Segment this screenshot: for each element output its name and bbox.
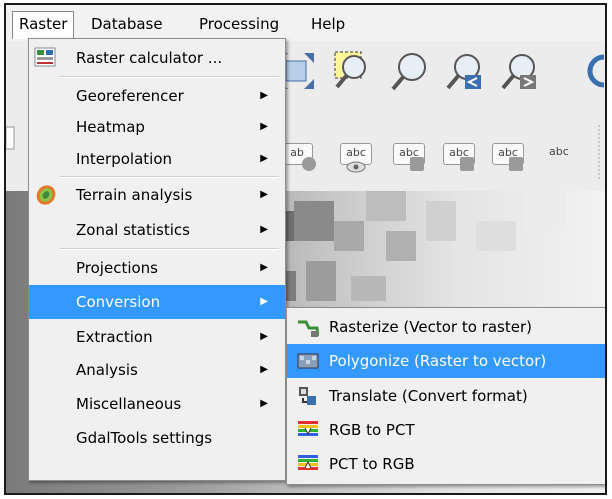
terrain-analysis-icon: [36, 185, 56, 205]
menu-item-polygonize[interactable]: Polygonize (Raster to vector): [287, 344, 605, 378]
rotate-icon: [460, 157, 474, 171]
menu-item-label: Interpolation: [76, 150, 172, 168]
translate-icon: [299, 387, 316, 405]
menu-item-label: Translate (Convert format): [329, 387, 528, 405]
menu-item-interpolation[interactable]: Interpolation ▶: [29, 142, 285, 176]
submenu-arrow-icon: ▶: [260, 153, 268, 164]
submenu-arrow-icon: ▶: [260, 121, 268, 132]
submenu-arrow-icon: ▶: [260, 90, 268, 101]
menu-item-georeferencer[interactable]: Georeferencer ▶: [29, 79, 285, 113]
menu-item-projections[interactable]: Projections ▶: [29, 251, 285, 285]
app-window: Raster Database Processing Help ab abc a…: [4, 3, 607, 495]
menu-item-extraction[interactable]: Extraction ▶: [29, 320, 285, 354]
move-icon: [410, 157, 424, 171]
menu-item-conversion[interactable]: Conversion ▶: [29, 285, 285, 319]
zoom-last-icon[interactable]: [443, 49, 487, 93]
menu-item-label: Extraction: [76, 328, 153, 346]
menu-help[interactable]: Help: [305, 11, 351, 37]
menu-item-zonal-statistics[interactable]: Zonal statistics ▶: [29, 213, 285, 247]
separator: [59, 248, 279, 250]
menu-item-label: GdalTools settings: [76, 429, 213, 447]
menu-bar: Raster Database Processing Help: [6, 5, 605, 41]
submenu-arrow-icon: ▶: [260, 262, 268, 273]
menu-item-pct-to-rgb[interactable]: PCT to RGB: [287, 447, 605, 481]
refresh-icon[interactable]: [584, 49, 607, 93]
submenu-arrow-icon: ▶: [260, 224, 268, 235]
submenu-arrow-icon: ▶: [260, 331, 268, 342]
submenu-arrow-icon: ▶: [260, 398, 268, 409]
zoom-to-layer-icon[interactable]: [388, 49, 432, 93]
raster-calculator-icon: [34, 47, 56, 67]
zoom-next-icon[interactable]: [498, 49, 542, 93]
menu-item-label: PCT to RGB: [329, 455, 415, 473]
pin-icon: [302, 157, 316, 171]
menu-item-rgb-to-pct[interactable]: RGB to PCT: [287, 413, 605, 447]
menu-item-label: Zonal statistics: [76, 221, 190, 239]
menu-item-label: Heatmap: [76, 118, 145, 136]
menu-item-heatmap[interactable]: Heatmap ▶: [29, 110, 285, 144]
eye-icon: [346, 161, 366, 173]
zoom-to-selection-icon[interactable]: [332, 49, 376, 93]
polygonize-icon: [297, 353, 319, 369]
separator: [59, 76, 279, 78]
menu-item-label: Miscellaneous: [76, 395, 182, 413]
menu-item-gdaltools-settings[interactable]: GdalTools settings: [29, 421, 285, 455]
conversion-submenu: Rasterize (Vector to raster) Polygonize …: [286, 307, 605, 485]
menu-item-translate[interactable]: Translate (Convert format): [287, 379, 605, 413]
submenu-arrow-icon: ▶: [260, 364, 268, 375]
menu-item-raster-calculator[interactable]: Raster calculator ...: [29, 41, 285, 75]
rasterize-icon: [298, 320, 319, 337]
toolbar-edge-icon: [6, 126, 15, 150]
menu-processing[interactable]: Processing: [193, 11, 285, 37]
rgb-to-pct-icon: [298, 421, 318, 436]
menu-database[interactable]: Database: [85, 11, 169, 37]
menu-item-label: Projections: [76, 259, 158, 277]
raster-menu: Raster calculator ... Georeferencer ▶ He…: [28, 38, 286, 481]
menu-item-miscellaneous[interactable]: Miscellaneous ▶: [29, 387, 285, 421]
menu-item-label: Polygonize (Raster to vector): [329, 352, 547, 370]
submenu-arrow-icon: ▶: [260, 296, 268, 307]
menu-raster[interactable]: Raster: [12, 11, 75, 39]
submenu-arrow-icon: ▶: [260, 189, 268, 200]
toolbar-grip-icon[interactable]: [596, 125, 602, 181]
menu-item-label: RGB to PCT: [329, 421, 415, 439]
menu-item-analysis[interactable]: Analysis ▶: [29, 353, 285, 387]
pct-to-rgb-icon: [298, 455, 318, 470]
menu-item-label: Conversion: [76, 293, 161, 311]
menu-item-label: Terrain analysis: [76, 186, 193, 204]
menu-item-label: Georeferencer: [76, 87, 184, 105]
menu-item-label: Raster calculator ...: [76, 49, 223, 67]
edit-icon: [509, 157, 523, 171]
menu-item-terrain-analysis[interactable]: Terrain analysis ▶: [29, 178, 285, 212]
menu-item-label: Rasterize (Vector to raster): [329, 318, 532, 336]
menu-item-rasterize[interactable]: Rasterize (Vector to raster): [287, 310, 605, 344]
menu-item-label: Analysis: [76, 361, 138, 379]
